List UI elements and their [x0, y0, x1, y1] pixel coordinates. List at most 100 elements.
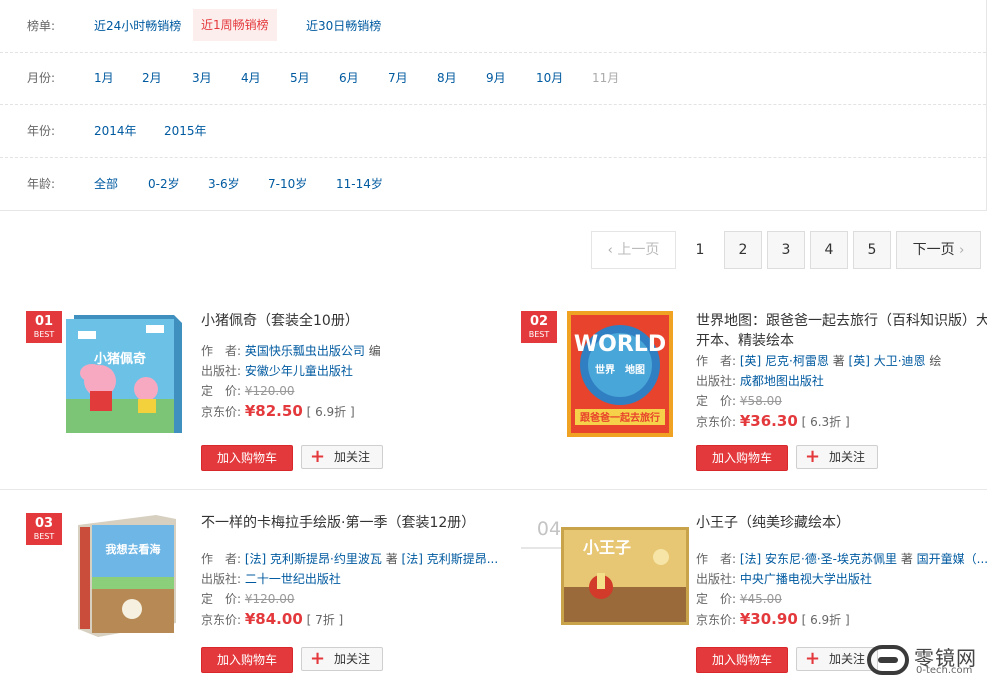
book-list-price: ¥58.00 — [739, 394, 782, 408]
prev-page-button[interactable]: ‹ 上一页 — [591, 231, 676, 269]
rank-number: 03 — [34, 516, 54, 531]
filter-option-month-8[interactable]: 8月 — [437, 52, 457, 104]
book-discount: [ 6.9折 ] — [306, 405, 355, 419]
book-title[interactable]: 小王子（纯美珍藏绘本） — [696, 513, 987, 533]
book-jd-price-line: 京东价: ¥36.30 [ 6.3折 ] — [696, 411, 987, 431]
filter-option-month-1[interactable]: 1月 — [94, 52, 114, 104]
book-publisher-line: 出版社: 二十一世纪出版社 — [201, 569, 506, 589]
add-to-cart-button[interactable]: 加入购物车 — [696, 647, 788, 673]
publisher-label: 出版社: — [696, 374, 737, 388]
author-label: 作 者: — [696, 552, 737, 566]
author-link[interactable]: [法] 克利斯提昂... — [402, 552, 499, 566]
follow-button[interactable]: + 加关注 — [301, 647, 383, 671]
filter-option-month-2[interactable]: 2月 — [142, 52, 162, 104]
cover-title: WORLD — [574, 332, 666, 357]
author-label: 作 者: — [696, 354, 737, 368]
rank-best-label: BEST — [528, 330, 550, 339]
rank-badge: 01 BEST — [26, 311, 62, 343]
book-authors: [法] 安东尼·德·圣-埃克苏佩里 著 国开童媒（... — [740, 552, 987, 566]
watermark: 零镜网 0-tech.com — [866, 640, 987, 680]
book-cover[interactable]: 小王子 — [561, 527, 689, 653]
add-to-cart-button[interactable]: 加入购物车 — [201, 647, 293, 673]
book-publisher[interactable]: 成都地图出版社 — [740, 374, 824, 388]
filter-option-month-3[interactable]: 3月 — [192, 52, 212, 104]
page-2-button[interactable]: 2 — [724, 231, 762, 269]
list-price-label: 定 价: — [696, 394, 737, 408]
book-cover[interactable]: WORLD 世界 地图 跟爸爸一起去旅行 — [561, 311, 677, 437]
book-publisher[interactable]: 二十一世纪出版社 — [245, 572, 341, 586]
book-info: 不一样的卡梅拉手绘版·第一季（套装12册） 作 者: [法] 克利斯提昂·约里波… — [201, 513, 506, 629]
book-cover[interactable]: 我想去看海 — [66, 513, 182, 639]
filter-label-age: 年龄: — [27, 177, 56, 191]
book-jd-price: ¥82.50 — [244, 402, 303, 420]
filter-option-age-3[interactable]: 3-6岁 — [208, 158, 240, 210]
author-link[interactable]: 英国快乐瓢虫出版公司 — [245, 344, 365, 358]
book-list-price: ¥120.00 — [244, 592, 295, 606]
follow-label: 加关注 — [334, 450, 371, 464]
book-list-price-line: 定 价: ¥120.00 — [201, 589, 506, 609]
book-publisher[interactable]: 中央广播电视大学出版社 — [740, 572, 872, 586]
book-publisher-line: 出版社: 成都地图出版社 — [696, 371, 987, 391]
rank-best-label: BEST — [33, 330, 55, 339]
filter-option-age-1[interactable]: 全部 — [94, 158, 118, 210]
chevron-right-icon: › — [959, 243, 965, 258]
filter-option-month-5[interactable]: 5月 — [290, 52, 310, 104]
book-discount: [ 6.3折 ] — [801, 415, 850, 429]
book-title[interactable]: 小猪佩奇（套装全10册） — [201, 311, 506, 331]
follow-label: 加关注 — [829, 652, 866, 666]
add-to-cart-button[interactable]: 加入购物车 — [201, 445, 293, 471]
follow-label: 加关注 — [334, 652, 371, 666]
follow-button[interactable]: + 加关注 — [301, 445, 383, 469]
author-link[interactable]: [法] 克利斯提昂·约里波瓦 — [245, 552, 382, 566]
publisher-label: 出版社: — [696, 572, 737, 586]
filter-option-month-11: 11月 — [592, 71, 620, 85]
author-role-text: 著 — [381, 552, 402, 566]
list-price-label: 定 价: — [696, 592, 737, 606]
next-page-button[interactable]: 下一页 › — [896, 231, 981, 269]
filter-option-age-4[interactable]: 7-10岁 — [268, 158, 307, 210]
cover-title: 我想去看海 — [106, 542, 161, 556]
book-author-line: 作 者: [英] 尼克·柯雷恩 著 [英] 大卫·迪恩 绘 — [696, 351, 987, 371]
author-link[interactable]: [法] 安东尼·德·圣-埃克苏佩里 — [740, 552, 897, 566]
author-role-text: 绘 — [925, 354, 942, 368]
author-role-text: 著 — [828, 354, 849, 368]
filter-option-month-9[interactable]: 9月 — [486, 52, 506, 104]
chevron-left-icon: ‹ — [607, 243, 613, 258]
list-price-label: 定 价: — [201, 592, 242, 606]
book-author-line: 作 者: [法] 克利斯提昂·约里波瓦 著 [法] 克利斯提昂... — [201, 549, 506, 569]
page-3-button[interactable]: 3 — [767, 231, 805, 269]
author-link[interactable]: [英] 大卫·迪恩 — [849, 354, 926, 368]
filter-option-month-7[interactable]: 7月 — [388, 52, 408, 104]
filter-option-list-2[interactable]: 近1周畅销榜 — [193, 9, 277, 41]
filter-option-age-5[interactable]: 11-14岁 — [336, 158, 383, 210]
follow-button[interactable]: + 加关注 — [796, 445, 878, 469]
book-list-price-line: 定 价: ¥58.00 — [696, 391, 987, 411]
rank-best-label: BEST — [33, 532, 55, 541]
filter-label-year: 年份: — [27, 124, 56, 138]
book-cover[interactable]: 小猪佩奇 — [66, 311, 182, 437]
filter-option-list-3[interactable]: 近30日畅销榜 — [306, 0, 381, 52]
filter-option-month-10[interactable]: 10月 — [536, 52, 563, 104]
jd-price-label: 京东价: — [696, 415, 737, 429]
book-title[interactable]: 不一样的卡梅拉手绘版·第一季（套装12册） — [201, 513, 506, 533]
author-link[interactable]: [英] 尼克·柯雷恩 — [740, 354, 829, 368]
book-discount: [ 7折 ] — [306, 613, 344, 627]
cover-mid-title: 世界 地图 — [595, 363, 645, 376]
filter-option-year-2[interactable]: 2015年 — [164, 105, 207, 157]
add-to-cart-button[interactable]: 加入购物车 — [696, 445, 788, 471]
page-4-button[interactable]: 4 — [810, 231, 848, 269]
page-1-button[interactable]: 1 — [681, 231, 719, 269]
cover-subtitle: 跟爸爸一起去旅行 — [580, 411, 660, 424]
author-link[interactable]: 国开童媒（... — [917, 552, 987, 566]
page-5-button[interactable]: 5 — [853, 231, 891, 269]
filter-option-month-6[interactable]: 6月 — [339, 52, 359, 104]
filter-option-year-1[interactable]: 2014年 — [94, 105, 137, 157]
book-list-price-line: 定 价: ¥120.00 — [201, 381, 506, 401]
book-title[interactable]: 世界地图：跟爸爸一起去旅行（百科知识版）大开本、精装绘本 — [696, 311, 987, 351]
filter-option-list-1[interactable]: 近24小时畅销榜 — [94, 0, 181, 52]
cover-title: 小猪佩奇 — [94, 351, 146, 367]
book-list-price-line: 定 价: ¥45.00 — [696, 589, 987, 609]
filter-option-age-2[interactable]: 0-2岁 — [148, 158, 180, 210]
filter-option-month-4[interactable]: 4月 — [241, 52, 261, 104]
book-publisher[interactable]: 安徽少年儿童出版社 — [245, 364, 353, 378]
